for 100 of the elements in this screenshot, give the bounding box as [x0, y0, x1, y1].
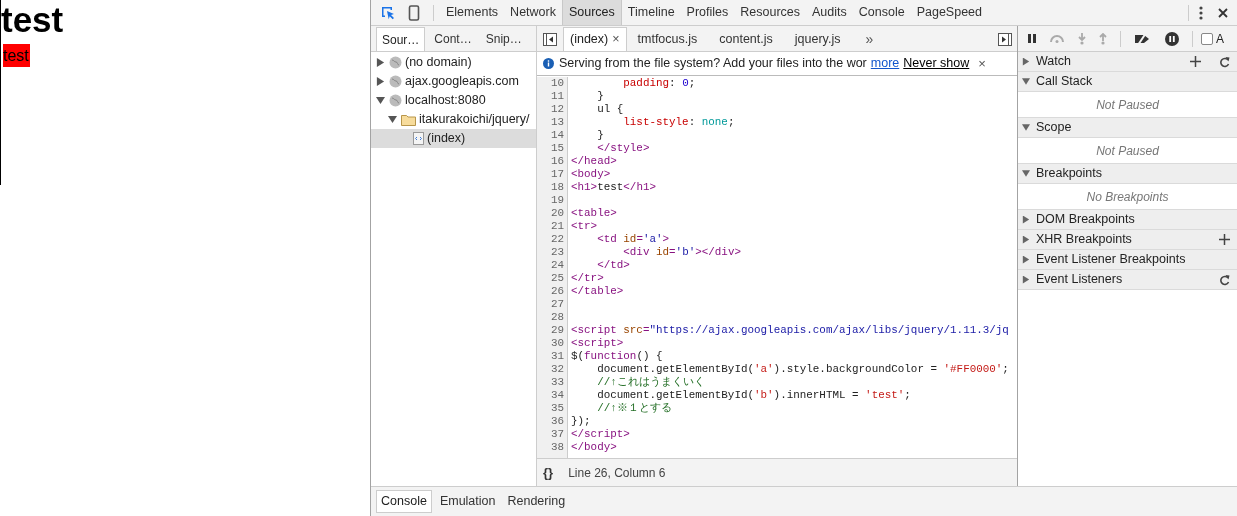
caret-icon[interactable] [388, 115, 397, 124]
editor-tab[interactable]: jquery.js [783, 27, 852, 51]
panel-tab[interactable]: PageSpeed [910, 0, 988, 25]
globe-icon [389, 75, 402, 88]
code-line: <table> [571, 207, 617, 220]
line-number: 29 [549, 324, 564, 337]
caret-icon[interactable] [1022, 275, 1030, 284]
editor-tab[interactable]: content.js [708, 27, 784, 51]
panel-tab[interactable]: Timeline [621, 0, 681, 25]
info-icon [543, 58, 554, 69]
panel-tab[interactable]: Sources [561, 0, 622, 25]
line-number: 14 [549, 129, 564, 142]
code-line: </script> [571, 428, 630, 441]
tree-item[interactable]: localhost:8080 [371, 91, 536, 110]
code-line: </tr> [571, 272, 604, 285]
close-icon[interactable] [1218, 7, 1228, 18]
caret-icon[interactable] [376, 58, 385, 67]
line-number: 26 [549, 285, 564, 298]
globe-icon [389, 56, 402, 69]
panel-tab[interactable]: Profiles [680, 0, 735, 25]
code-line: <script> [571, 337, 624, 350]
section-header[interactable]: Call Stack [1018, 72, 1237, 92]
pretty-print-button[interactable]: {} [543, 462, 554, 483]
code-line: }); [571, 415, 591, 428]
tree-label: (no domain) [405, 54, 472, 72]
pause-on-exceptions-icon[interactable] [1165, 31, 1179, 46]
section-header[interactable]: Breakpoints [1018, 164, 1237, 184]
toggle-navigator-icon[interactable] [543, 33, 557, 46]
code-line: ul { [596, 103, 624, 116]
tree-label: ajax.googleapis.com [405, 73, 519, 91]
panel-tab[interactable]: Elements [440, 0, 505, 25]
line-number: 30 [549, 337, 564, 350]
code-line: </table> [571, 285, 624, 298]
inspect-icon[interactable] [380, 4, 396, 21]
line-number: 33 [549, 376, 564, 389]
device-icon[interactable] [408, 4, 420, 21]
globe-icon [389, 94, 402, 107]
caret-icon[interactable] [1022, 235, 1030, 244]
async-checkbox[interactable] [1201, 32, 1213, 45]
caret-icon[interactable] [1022, 57, 1030, 66]
editor-tab[interactable]: tmtfocus.js [626, 27, 709, 51]
panel-tab[interactable]: Resources [734, 0, 807, 25]
section-header[interactable]: Event Listener Breakpoints [1018, 250, 1237, 270]
tree-item[interactable]: itakurakoichi/jquery/ [371, 110, 536, 129]
section-header[interactable]: XHR Breakpoints [1018, 230, 1237, 250]
line-number: 31 [549, 350, 564, 363]
close-icon[interactable]: × [612, 30, 620, 49]
caret-icon[interactable] [376, 96, 385, 105]
line-number: 28 [549, 311, 564, 324]
tree-item[interactable]: (no domain) [371, 53, 536, 72]
editor-tab[interactable]: (index) × [563, 27, 627, 51]
more-tabs-button[interactable]: » [865, 32, 874, 46]
panel-tab[interactable]: Network [504, 0, 562, 25]
pause-icon[interactable] [1028, 34, 1036, 43]
line-number: 34 [549, 389, 564, 402]
line-number: 27 [549, 298, 564, 311]
tree-item[interactable]: (index) [371, 129, 536, 148]
caret-icon[interactable] [1022, 123, 1030, 132]
code-line: <script src="https://ajax.googleapis.com/ajax/libs/jquery/1.11.3/jq [571, 324, 1009, 337]
close-button[interactable]: × [978, 53, 986, 74]
tree-label: itakurakoichi/jquery/ [419, 111, 530, 129]
line-number: 11 [549, 90, 564, 103]
line-number: 22 [549, 233, 564, 246]
section-header[interactable]: Event Listeners [1018, 270, 1237, 290]
code-line: } [596, 129, 604, 142]
tree-item[interactable]: ajax.googleapis.com [371, 72, 536, 91]
navigator-tab[interactable]: Cont… [429, 27, 477, 51]
caret-icon[interactable] [1022, 169, 1030, 178]
toggle-debugger-icon[interactable] [998, 33, 1012, 46]
code-line: } [596, 90, 604, 103]
add-icon[interactable] [1219, 234, 1230, 245]
caret-icon[interactable] [1022, 215, 1030, 224]
code-line: </body> [571, 441, 617, 454]
refresh-icon[interactable] [1219, 273, 1230, 286]
section-header[interactable]: Scope [1018, 118, 1237, 138]
code-line: document.getElementById('a').style.backgroundColor = '#FF0000'; [596, 363, 1009, 376]
never-show-link[interactable]: Never show [903, 54, 970, 73]
caret-icon[interactable] [376, 77, 385, 86]
drawer-tab[interactable]: Rendering [503, 490, 570, 513]
line-number: 23 [549, 246, 564, 259]
code-line: <td id='a'> [596, 233, 670, 246]
table-cell: test [3, 44, 30, 67]
caret-icon[interactable] [1022, 255, 1030, 264]
panel-tab[interactable]: Console [852, 0, 911, 25]
add-icon[interactable] [1190, 56, 1201, 67]
navigator-tab[interactable]: Sour… [376, 27, 426, 51]
drawer-tab[interactable]: Emulation [435, 490, 500, 513]
caret-icon[interactable] [1022, 77, 1030, 86]
refresh-icon[interactable] [1219, 55, 1230, 68]
code-line: $(function() { [571, 350, 663, 363]
section-header[interactable]: Watch [1018, 52, 1237, 72]
more-link[interactable]: more [870, 54, 900, 73]
navigator-tab[interactable]: Snip… [480, 27, 527, 51]
line-number: 32 [549, 363, 564, 376]
more-icon[interactable] [1199, 5, 1203, 20]
section-header[interactable]: DOM Breakpoints [1018, 210, 1237, 230]
drawer-tab[interactable]: Console [376, 490, 432, 513]
line-number: 35 [549, 402, 564, 415]
panel-tab[interactable]: Audits [806, 0, 853, 25]
code-line: list-style: none; [622, 116, 735, 129]
